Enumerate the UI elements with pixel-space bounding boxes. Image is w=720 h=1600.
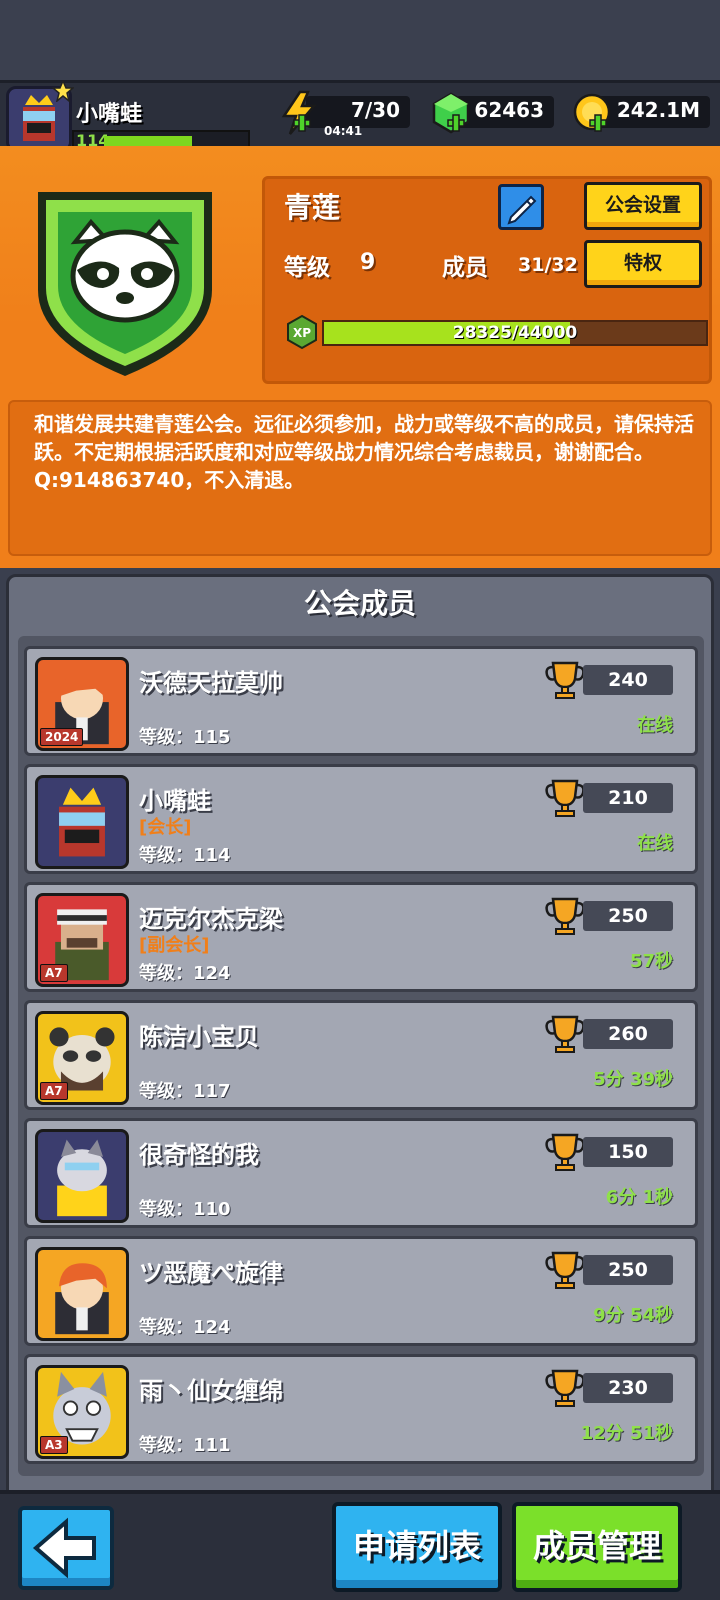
member-name: 陈洁小宝贝: [139, 1023, 259, 1051]
back-arrow-icon: [32, 1517, 96, 1579]
member-role: [会长]: [139, 817, 192, 838]
coin-icon[interactable]: [570, 90, 616, 136]
energy-bolt-icon[interactable]: [276, 90, 322, 136]
trophy-icon: [545, 1133, 585, 1171]
member-level: 等级：124: [139, 1317, 231, 1338]
member-row[interactable]: A7 迈克尔杰克梁 [副会长] 等级：124 250 57秒: [24, 882, 698, 992]
guild-members-label: 成员: [442, 255, 488, 281]
member-role: [副会长]: [139, 935, 210, 956]
trophy-icon: [545, 897, 585, 935]
member-online-status: 5分 39秒: [593, 1069, 673, 1090]
gem-icon[interactable]: [428, 90, 474, 136]
guild-settings-button[interactable]: 公会设置: [584, 182, 702, 230]
member-avatar[interactable]: 2024: [35, 657, 129, 751]
guild-badge-raccoon-icon: [38, 192, 212, 376]
guild-xp-bar: 28325/44000: [322, 320, 708, 346]
member-row[interactable]: ツ恶魔ぺ旋律等级：124 250 9分 54秒: [24, 1236, 698, 1346]
member-level: 等级：115: [139, 727, 231, 748]
member-name: 迈克尔杰克梁: [139, 905, 283, 933]
edit-guild-button[interactable]: [498, 184, 544, 230]
member-avatar[interactable]: A3: [35, 1365, 129, 1459]
member-trophy-score: 250: [583, 901, 673, 931]
member-avatar[interactable]: [35, 1129, 129, 1223]
member-level: 等级：124: [139, 963, 231, 984]
member-manage-button[interactable]: 成员管理: [512, 1502, 682, 1592]
member-name: 雨丶仙女缠绵: [139, 1377, 283, 1405]
members-title: 公会成员: [303, 587, 416, 620]
guild-description: 和谐发展共建青莲公会。远征必须参加，战力或等级不高的成员，请保持活跃。不定期根据…: [34, 412, 694, 492]
status-bar-area: [0, 0, 720, 80]
player-xp-fill: [104, 136, 192, 146]
member-row[interactable]: A3 雨丶仙女缠绵等级：111 230 12分 51秒: [24, 1354, 698, 1464]
trophy-icon: [545, 1369, 585, 1407]
guild-screen: 小嘴蛙 114 7/30 04:41 62463 242.1M 青莲 公会设置 …: [0, 0, 720, 1600]
member-trophy-score: 240: [583, 665, 673, 695]
member-trophy-score: 250: [583, 1255, 673, 1285]
avatar-badge: A7: [40, 1082, 68, 1100]
member-online-status: 6分 1秒: [605, 1187, 673, 1208]
member-row[interactable]: A7 陈洁小宝贝等级：117 260 5分 39秒: [24, 1000, 698, 1110]
privilege-button[interactable]: 特权: [584, 240, 702, 288]
trophy-icon: [545, 779, 585, 817]
member-name: 沃德天拉莫帅: [139, 669, 283, 697]
xp-badge-icon: XP: [287, 314, 317, 350]
avatar-badge: A7: [40, 964, 68, 982]
guild-name: 青莲: [284, 191, 341, 224]
member-name: 很奇怪的我: [139, 1141, 259, 1169]
member-row[interactable]: 2024 沃德天拉莫帅等级：115 240 在线: [24, 646, 698, 756]
member-avatar[interactable]: A7: [35, 1011, 129, 1105]
member-level: 等级：110: [139, 1199, 231, 1220]
member-level: 等级：114: [139, 845, 231, 866]
member-name: ツ恶魔ぺ旋律: [139, 1259, 283, 1287]
member-name: 小嘴蛙: [139, 787, 211, 815]
member-trophy-score: 260: [583, 1019, 673, 1049]
trophy-icon: [545, 661, 585, 699]
member-online-status: 57秒: [629, 951, 673, 972]
avatar-badge: 2024: [40, 728, 84, 746]
guild-level-value: 9: [360, 250, 376, 275]
player-name: 小嘴蛙: [76, 102, 143, 127]
energy-timer: 04:41: [324, 124, 363, 138]
member-online-status: 9分 54秒: [593, 1305, 673, 1326]
member-online-status: 12分 51秒: [580, 1423, 673, 1444]
guild-members-value: 31/32: [518, 254, 578, 276]
member-trophy-score: 150: [583, 1137, 673, 1167]
member-trophy-score: 210: [583, 783, 673, 813]
member-online-status: 在线: [637, 833, 673, 854]
star-icon: [52, 80, 74, 102]
trophy-icon: [545, 1015, 585, 1053]
guild-level-label: 等级: [284, 255, 330, 281]
member-row[interactable]: 很奇怪的我等级：110 150 6分 1秒: [24, 1118, 698, 1228]
guild-xp-text: 28325/44000: [452, 323, 578, 343]
back-button[interactable]: [18, 1506, 114, 1590]
member-avatar[interactable]: A7: [35, 893, 129, 987]
member-level: 等级：117: [139, 1081, 231, 1102]
apply-list-button[interactable]: 申请列表: [332, 1502, 502, 1592]
member-row[interactable]: 小嘴蛙 [会长] 等级：114 210 在线: [24, 764, 698, 874]
pencil-icon: [507, 195, 537, 225]
member-avatar[interactable]: [35, 775, 129, 869]
member-online-status: 在线: [637, 715, 673, 736]
trophy-icon: [545, 1251, 585, 1289]
member-level: 等级：111: [139, 1435, 231, 1456]
svg-text:XP: XP: [293, 326, 311, 340]
avatar-badge: A3: [40, 1436, 68, 1454]
member-trophy-score: 230: [583, 1373, 673, 1403]
member-avatar[interactable]: [35, 1247, 129, 1341]
